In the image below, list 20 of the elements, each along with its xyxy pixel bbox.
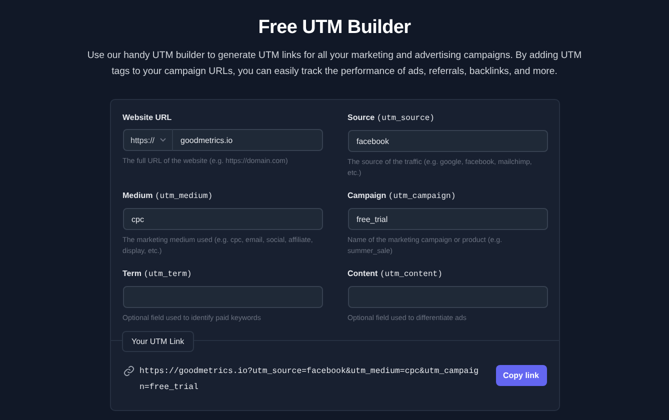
text-field[interactable]: free_trial — [348, 208, 548, 230]
result-tab[interactable]: Your UTM Link — [122, 331, 194, 352]
field-label: Source (utm_source) — [348, 113, 434, 123]
copy-link-button[interactable]: Copy link — [496, 365, 546, 386]
field-label: Medium (utm_medium) — [122, 191, 213, 201]
text-field[interactable]: cpc — [122, 208, 322, 230]
field-label: Website URL — [122, 113, 172, 122]
text-field[interactable] — [348, 286, 548, 308]
text-field[interactable]: goodmetrics.io — [172, 129, 322, 151]
utm-link-text: https://goodmetrics.io?utm_source=facebook&utm_medium=cpc&utm_campaign=free_trial — [140, 366, 480, 394]
text-field[interactable] — [122, 286, 322, 308]
page-title: Free UTM Builder — [258, 17, 411, 39]
text-field[interactable]: facebook — [348, 130, 548, 152]
field-label: Term (utm_term) — [122, 269, 192, 279]
field-label: Content (utm_content) — [348, 269, 442, 279]
field-label: Campaign (utm_campaign) — [348, 191, 456, 201]
chevron-down-icon — [160, 138, 166, 142]
protocol-select[interactable]: https:// — [122, 129, 172, 151]
link-icon — [122, 365, 134, 377]
description-text: Use our handy UTM builder to generate UTM links for all your marketing and advertising campaigns. By adding UTM tags to your campaign URLs, you can easily track the performance of ads, referrals, backlinks, and more. — [86, 49, 583, 79]
